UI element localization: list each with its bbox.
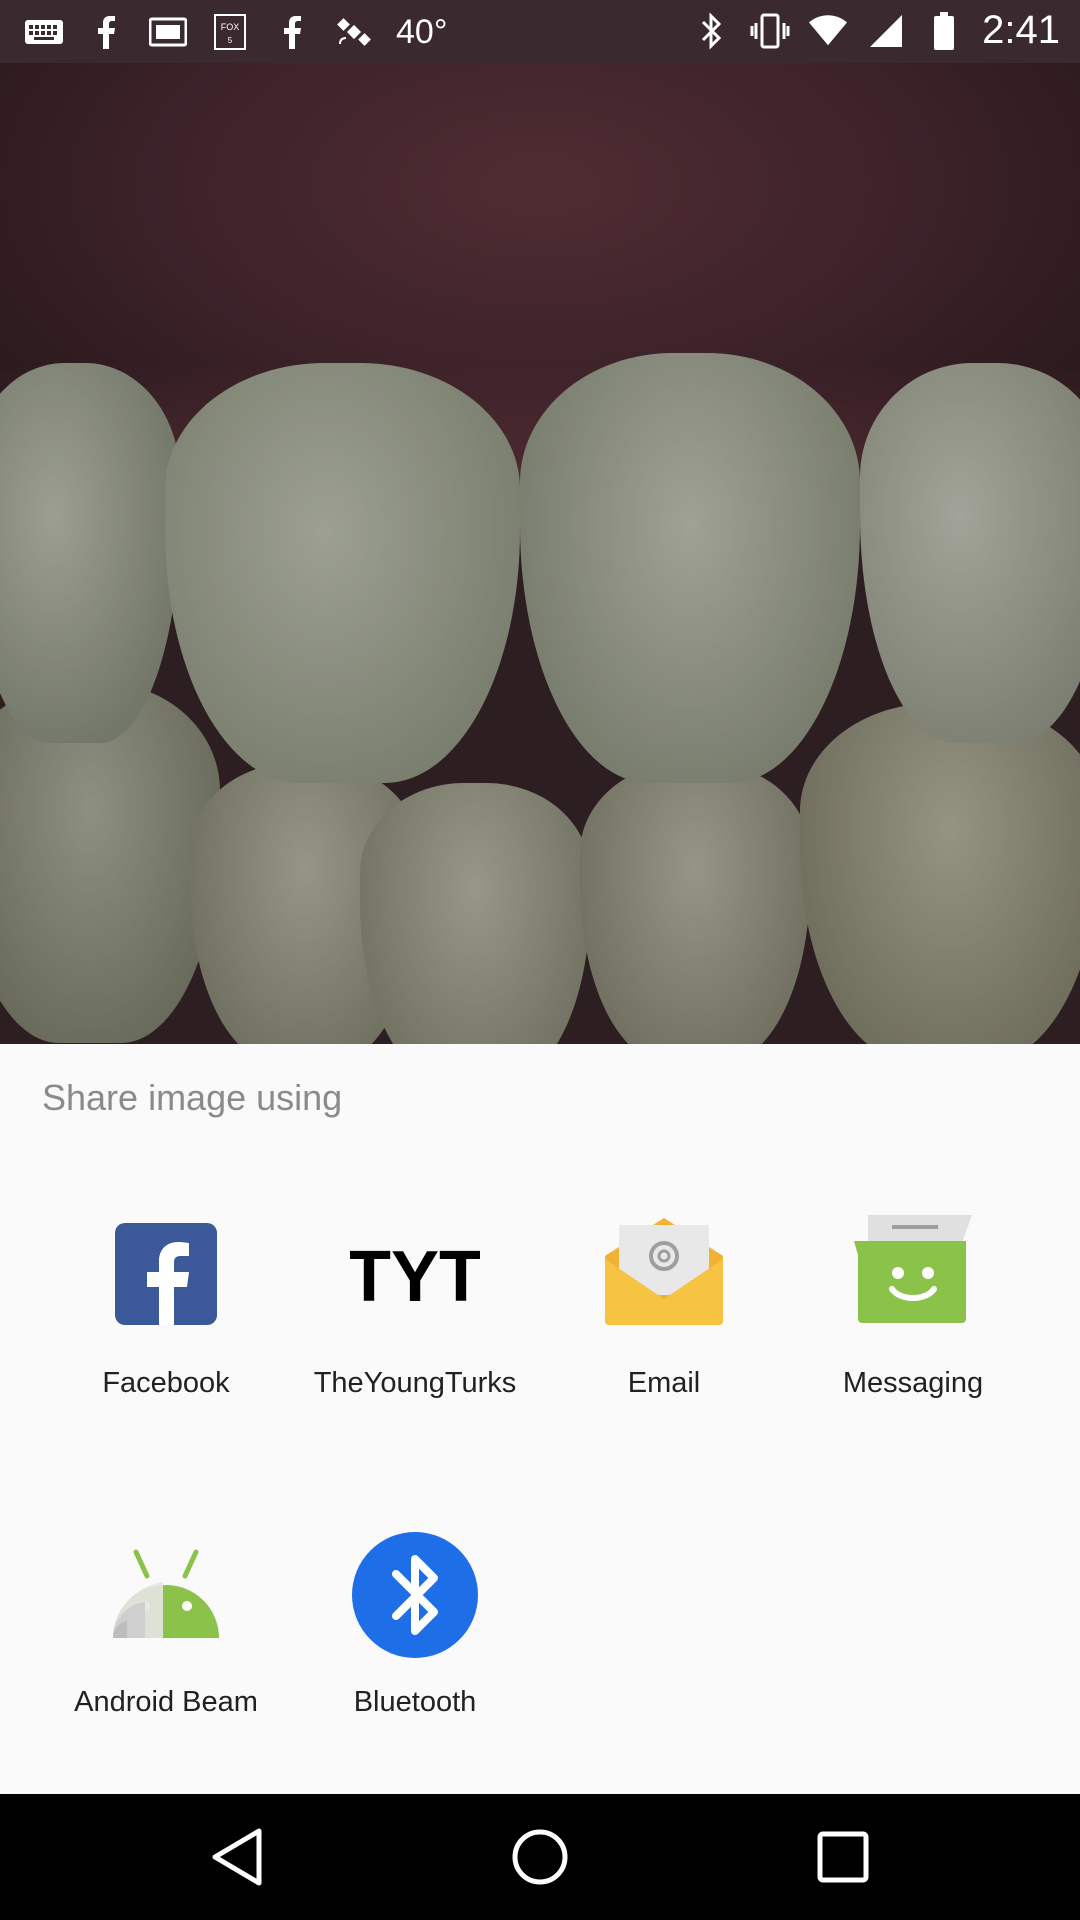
share-option-theyoungturks[interactable]: TYT TheYoungTurks: [290, 1211, 540, 1400]
photo-dim-overlay: [0, 63, 1080, 1044]
share-option-android-beam[interactable]: Android Beam: [41, 1530, 291, 1719]
bluetooth-icon: [350, 1530, 480, 1660]
share-option-label: Messaging: [842, 1367, 984, 1399]
android-beam-icon: [101, 1530, 231, 1660]
bluetooth-status-icon: [692, 11, 732, 51]
share-option-email[interactable]: Email: [539, 1211, 789, 1400]
share-option-label: Bluetooth: [353, 1686, 477, 1718]
clock-text: 2:41: [982, 8, 1060, 52]
facebook-notification-icon-2: [272, 12, 312, 52]
share-option-label: Android Beam: [74, 1686, 258, 1718]
satellite-icon: [334, 12, 374, 52]
wifi-icon: [808, 11, 848, 51]
share-option-messaging[interactable]: Messaging: [788, 1211, 1038, 1400]
recents-icon[interactable]: [810, 1824, 876, 1890]
messaging-icon: [848, 1211, 978, 1341]
share-sheet: Share image using Facebook TYT TheYoungT…: [0, 1044, 1080, 1794]
share-option-bluetooth[interactable]: Bluetooth: [290, 1530, 540, 1719]
cell-signal-icon: [866, 11, 906, 51]
tyt-logo-text: TYT: [350, 1237, 480, 1317]
background-photo[interactable]: [0, 63, 1080, 1044]
vibrate-icon: [750, 11, 790, 51]
keyboard-icon: [24, 12, 64, 52]
share-option-label: Email: [627, 1367, 701, 1399]
facebook-icon: [101, 1211, 231, 1341]
svg-text:5: 5: [228, 36, 233, 45]
status-bar: FOX 5 40° 2:41: [0, 0, 1080, 63]
home-icon[interactable]: [507, 1824, 573, 1890]
svg-text:FOX: FOX: [221, 22, 240, 32]
email-icon: [599, 1211, 729, 1341]
share-sheet-title: Share image using: [42, 1077, 343, 1118]
share-option-label: Facebook: [102, 1367, 230, 1399]
share-option-facebook[interactable]: Facebook: [41, 1211, 291, 1400]
slides-icon: [148, 12, 188, 52]
tyt-icon: TYT: [347, 1211, 483, 1341]
share-option-label: TheYoungTurks: [313, 1367, 517, 1399]
battery-icon: [924, 11, 964, 51]
facebook-notification-icon: [86, 12, 126, 52]
navigation-bar: [0, 1794, 1080, 1920]
fox-news-icon: FOX 5: [210, 12, 250, 52]
temperature-text: 40°: [396, 12, 448, 51]
back-icon[interactable]: [204, 1824, 270, 1890]
